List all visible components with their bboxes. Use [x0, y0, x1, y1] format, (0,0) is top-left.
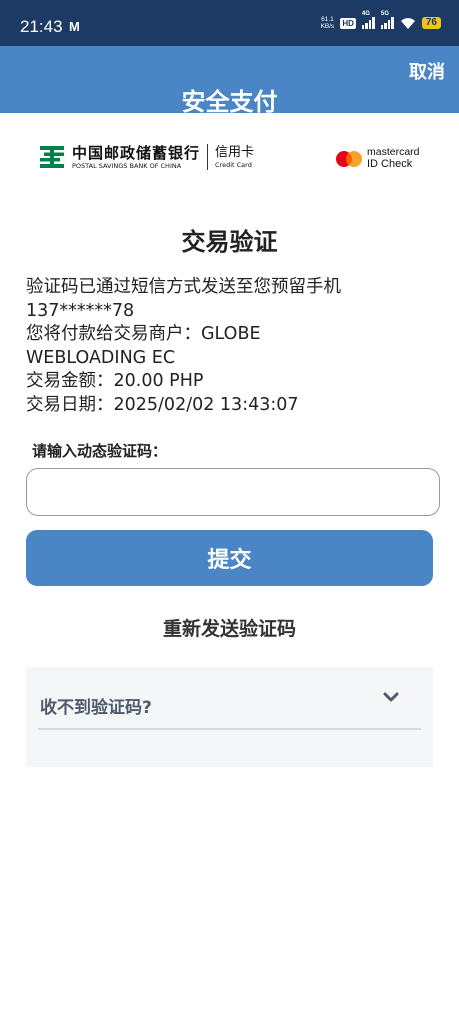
brand-logos: 中国邮政储蓄银行 POSTAL SAVINGS BANK OF CHINA 信用… [0, 140, 459, 180]
signal-5g-label: 5G [380, 11, 389, 17]
bank-name-cn: 中国邮政储蓄银行 [72, 143, 201, 162]
credit-card-cn: 信用卡 [215, 144, 255, 160]
info-line: 验证码已通过短信方式发送至您预留手机 [26, 277, 341, 297]
credit-card-label: 信用卡 Credit Card [215, 145, 254, 170]
signal-icon-4g: 4G [361, 11, 375, 29]
bank-name-en: POSTAL SAVINGS BANK OF CHINA [72, 161, 182, 170]
mastercard-wordmark: mastercard [367, 146, 420, 158]
mastercard-text: mastercard ID Check [367, 146, 420, 171]
info-line: WEBLOADING EC [26, 347, 176, 368]
wifi-icon [400, 17, 415, 29]
status-time: 21:43 [20, 17, 63, 36]
transaction-info: 验证码已通过短信方式发送至您预留手机 137******78 您将付款给交易商户… [26, 276, 436, 417]
id-check-label: ID Check [367, 158, 413, 170]
faq-question: 收不到验证码? [40, 698, 152, 718]
psbc-logo-icon [40, 146, 64, 168]
header-title: 安全支付 [181, 88, 278, 116]
otp-input[interactable] [26, 468, 440, 516]
hd-icon: HD [340, 17, 356, 29]
logo-divider [207, 144, 209, 170]
net-speed-unit: KB/s [320, 23, 335, 30]
cancel-button[interactable]: 取消 [409, 58, 445, 84]
submit-button[interactable]: 提交 [26, 530, 433, 586]
otp-label: 请输入动态验证码： [32, 442, 168, 460]
faq-accordion: 收不到验证码? [26, 667, 433, 767]
signal-4g-label: 4G [361, 11, 370, 17]
info-line: 交易日期：2025/02/02 13:43:07 [26, 394, 299, 415]
mastercard-icon [336, 150, 362, 167]
page-title: 交易验证 [181, 228, 278, 256]
info-line: 137******78 [26, 300, 135, 321]
bank-logo: 中国邮政储蓄银行 POSTAL SAVINGS BANK OF CHINA 信用… [38, 143, 254, 171]
page-header: 安全支付 取消 [0, 46, 459, 116]
battery-indicator: 76 [421, 17, 441, 29]
signal-icon-5g: 5G [380, 11, 394, 29]
status-indicators: 61.1 KB/s HD 4G 5G 76 [321, 11, 441, 30]
mail-icon: M [69, 19, 80, 34]
info-line: 交易金额：20.00 PHP [26, 371, 204, 391]
faq-item[interactable]: 收不到验证码? [38, 685, 421, 730]
bank-names: 中国邮政储蓄银行 POSTAL SAVINGS BANK OF CHINA [72, 144, 200, 171]
chevron-down-icon [383, 692, 399, 702]
resend-code-link[interactable]: 重新发送验证码 [0, 614, 459, 641]
net-speed: 61.1 KB/s [321, 16, 335, 30]
credit-card-en: Credit Card [215, 160, 252, 169]
info-line: 您将付款给交易商户：GLOBE [26, 324, 261, 344]
net-speed-value: 61.1 [321, 16, 334, 23]
mastercard-id-check-logo: mastercard ID Check [335, 147, 420, 170]
status-bar: 21:43 M 61.1 KB/s HD 4G 5G 76 [0, 0, 459, 46]
